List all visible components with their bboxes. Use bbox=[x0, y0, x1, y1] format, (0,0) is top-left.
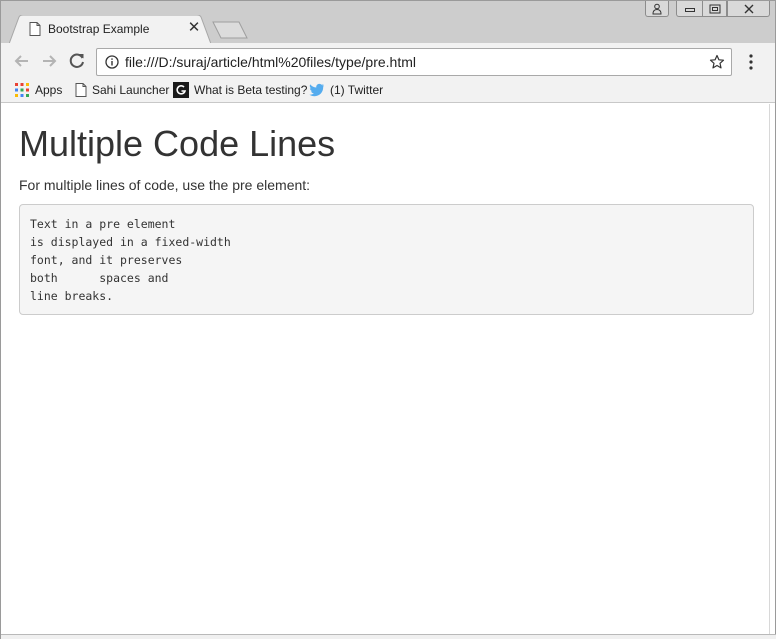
restore-button[interactable] bbox=[702, 1, 727, 17]
page-icon bbox=[29, 22, 41, 36]
bookmark-label[interactable]: Apps bbox=[35, 83, 62, 97]
window-bottom-edge bbox=[1, 634, 776, 639]
bookmark-star-icon[interactable] bbox=[709, 54, 725, 70]
apps-grid-icon bbox=[15, 83, 29, 97]
page-icon bbox=[75, 83, 87, 97]
profile-button[interactable] bbox=[645, 1, 669, 17]
twitter-bird-icon bbox=[309, 83, 324, 97]
tab-close-icon[interactable]: ✕ bbox=[186, 19, 202, 37]
bookmark-label[interactable]: (1) Twitter bbox=[330, 83, 383, 97]
restore-icon bbox=[709, 4, 720, 13]
back-arrow-icon[interactable] bbox=[12, 51, 32, 71]
page-edge bbox=[769, 104, 775, 634]
browser-window: Bootstrap Example ✕ file:///D:/suraj/art… bbox=[0, 0, 776, 639]
person-icon bbox=[652, 3, 662, 14]
info-icon[interactable] bbox=[105, 55, 119, 69]
kebab-menu-icon[interactable] bbox=[745, 52, 757, 72]
bookmark-label[interactable]: What is Beta testing? bbox=[194, 83, 307, 97]
address-bar[interactable]: file:///D:/suraj/article/html%20files/ty… bbox=[96, 48, 732, 76]
close-window-button[interactable] bbox=[727, 1, 770, 17]
forward-arrow-icon[interactable] bbox=[39, 51, 59, 71]
title-bar: Bootstrap Example ✕ bbox=[1, 1, 775, 44]
new-tab-button[interactable] bbox=[212, 21, 248, 39]
tab-title: Bootstrap Example bbox=[48, 22, 150, 36]
code-block: Text in a pre element is displayed in a … bbox=[19, 204, 754, 315]
reload-icon[interactable] bbox=[67, 51, 87, 71]
g-logo-icon bbox=[173, 82, 189, 98]
bookmark-label[interactable]: Sahi Launcher bbox=[92, 83, 169, 97]
intro-paragraph: For multiple lines of code, use the pre … bbox=[19, 177, 311, 193]
page-content: Multiple Code Lines For multiple lines o… bbox=[1, 104, 769, 634]
close-icon bbox=[744, 4, 753, 13]
url-text[interactable]: file:///D:/suraj/article/html%20files/ty… bbox=[125, 54, 416, 70]
bookmarks-bar: Apps Sahi Launcher What is Beta testing?… bbox=[1, 79, 775, 103]
minimize-icon bbox=[684, 7, 695, 12]
page-title: Multiple Code Lines bbox=[19, 123, 336, 164]
minimize-button[interactable] bbox=[676, 1, 703, 17]
